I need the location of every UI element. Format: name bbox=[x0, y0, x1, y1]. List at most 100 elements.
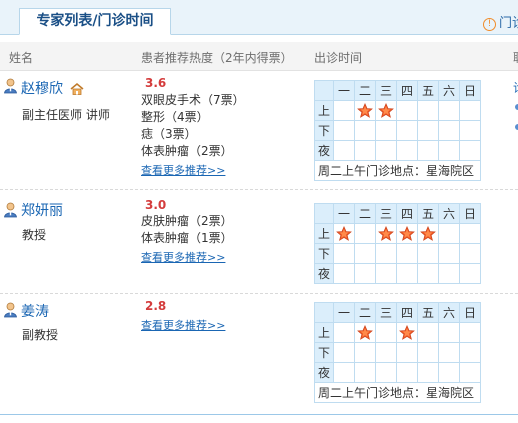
recommendation-item: 体表肿瘤（2票） bbox=[141, 144, 233, 158]
period-label: 夜 bbox=[314, 140, 334, 161]
recommendation-item: 皮肤肿瘤（2票） bbox=[141, 214, 233, 228]
day-header: 三 bbox=[375, 302, 397, 323]
schedule-slot bbox=[438, 342, 460, 363]
clinic-star-icon bbox=[357, 325, 373, 340]
schedule-slot bbox=[438, 120, 460, 141]
doctor-row: 姜涛 副教授 2.8 查看更多推荐>> 一 二 三 四 五 六 日 上 下 夜 … bbox=[0, 293, 518, 415]
tab-expert-list[interactable]: 专家列表/门诊时间 bbox=[19, 8, 171, 35]
schedule-slot bbox=[354, 362, 376, 383]
doctor-title: 教授 bbox=[22, 228, 47, 242]
schedule-slot bbox=[333, 362, 355, 383]
schedule-slot bbox=[396, 342, 418, 363]
schedule-slot bbox=[459, 362, 481, 383]
schedule-table: 一 二 三 四 五 六 日 上 下 夜 周二上午门诊地点：星海院区 bbox=[314, 80, 481, 181]
schedule-slot bbox=[396, 100, 418, 121]
period-label: 下 bbox=[314, 120, 334, 141]
day-header: 二 bbox=[354, 80, 376, 101]
schedule-slot bbox=[354, 243, 376, 264]
schedule-slot bbox=[375, 362, 397, 383]
period-label: 夜 bbox=[314, 362, 334, 383]
schedule-slot bbox=[333, 342, 355, 363]
more-recommendations-link[interactable]: 查看更多推荐>> bbox=[141, 162, 225, 178]
schedule-slot[interactable] bbox=[375, 100, 397, 121]
day-header: 六 bbox=[438, 302, 460, 323]
recommend-score: 2.8 bbox=[145, 299, 167, 313]
more-recommendations-link[interactable]: 查看更多推荐>> bbox=[141, 249, 225, 265]
day-header: 一 bbox=[333, 80, 355, 101]
schedule-slot bbox=[333, 243, 355, 264]
column-header-name: 姓名 bbox=[9, 51, 34, 65]
schedule-slot bbox=[459, 263, 481, 284]
schedule-corner bbox=[314, 302, 334, 323]
schedule-slot[interactable] bbox=[417, 223, 439, 244]
schedule-slot bbox=[459, 223, 481, 244]
schedule-slot bbox=[417, 243, 439, 264]
day-header: 三 bbox=[375, 203, 397, 224]
schedule-slot bbox=[459, 342, 481, 363]
schedule-slot bbox=[354, 342, 376, 363]
clinic-star-icon bbox=[336, 226, 352, 241]
recommendation-item: 体表肿瘤（1票） bbox=[141, 231, 233, 245]
schedule-slot bbox=[354, 120, 376, 141]
recommendation-item: 双眼皮手术（7票） bbox=[141, 93, 245, 107]
period-label: 上 bbox=[314, 322, 334, 343]
recommendation-item: 整形（4票） bbox=[141, 110, 209, 124]
clinic-star-icon bbox=[357, 103, 373, 118]
day-header: 六 bbox=[438, 203, 460, 224]
period-label: 夜 bbox=[314, 263, 334, 284]
schedule-slot bbox=[417, 140, 439, 161]
day-header: 二 bbox=[354, 203, 376, 224]
schedule-table: 一 二 三 四 五 六 日 上 下 夜 bbox=[314, 203, 481, 284]
day-header: 四 bbox=[396, 302, 418, 323]
side-link[interactable]: 诊 bbox=[513, 79, 518, 96]
schedule-slot bbox=[438, 223, 460, 244]
schedule-slot bbox=[333, 263, 355, 284]
period-label: 上 bbox=[314, 100, 334, 121]
schedule-slot[interactable] bbox=[396, 322, 418, 343]
schedule-slot bbox=[333, 140, 355, 161]
recommendation-item: 痣（3票） bbox=[141, 127, 197, 141]
home-icon[interactable] bbox=[70, 83, 84, 95]
doctor-name-link[interactable]: 赵穆欣 bbox=[21, 78, 63, 98]
day-header: 日 bbox=[459, 80, 481, 101]
schedule-slot bbox=[438, 100, 460, 121]
schedule-slot bbox=[438, 140, 460, 161]
schedule-slot bbox=[417, 322, 439, 343]
day-header: 日 bbox=[459, 203, 481, 224]
schedule-slot bbox=[396, 243, 418, 264]
doctor-name-link[interactable]: 姜涛 bbox=[21, 301, 49, 321]
more-recommendations-link[interactable]: 查看更多推荐>> bbox=[141, 317, 225, 333]
schedule-slot bbox=[333, 120, 355, 141]
schedule-slot[interactable] bbox=[396, 223, 418, 244]
schedule-slot bbox=[396, 120, 418, 141]
schedule-slot bbox=[417, 342, 439, 363]
schedule-corner bbox=[314, 80, 334, 101]
schedule-slot bbox=[354, 263, 376, 284]
doctor-title: 副主任医师 讲师 bbox=[22, 108, 110, 122]
day-header: 六 bbox=[438, 80, 460, 101]
schedule-slot[interactable] bbox=[333, 223, 355, 244]
period-label: 上 bbox=[314, 223, 334, 244]
notice-text: 门诊 bbox=[499, 16, 518, 31]
day-header: 五 bbox=[417, 80, 439, 101]
clinic-star-icon bbox=[378, 103, 394, 118]
doctor-icon bbox=[3, 302, 18, 318]
schedule-slot bbox=[354, 140, 376, 161]
column-header-recommend: 患者推荐热度（2年内得票） bbox=[141, 51, 293, 65]
schedule-slot bbox=[396, 362, 418, 383]
clinic-notice[interactable]: !门诊 bbox=[483, 12, 518, 31]
doctor-row: 赵穆欣 副主任医师 讲师 3.6 双眼皮手术（7票） 整形（4票） 痣（3票） … bbox=[0, 71, 518, 190]
day-header: 一 bbox=[333, 302, 355, 323]
schedule-slot bbox=[375, 120, 397, 141]
schedule-slot[interactable] bbox=[354, 322, 376, 343]
schedule-slot[interactable] bbox=[375, 223, 397, 244]
schedule-slot bbox=[417, 362, 439, 383]
day-header: 四 bbox=[396, 203, 418, 224]
period-label: 下 bbox=[314, 342, 334, 363]
schedule-slot bbox=[333, 322, 355, 343]
doctor-name-link[interactable]: 郑妍丽 bbox=[21, 200, 63, 220]
table-header: 姓名 患者推荐热度（2年内得票） 出诊时间 联 bbox=[0, 42, 518, 71]
schedule-slot bbox=[417, 263, 439, 284]
clinic-star-icon bbox=[378, 226, 394, 241]
schedule-slot[interactable] bbox=[354, 100, 376, 121]
